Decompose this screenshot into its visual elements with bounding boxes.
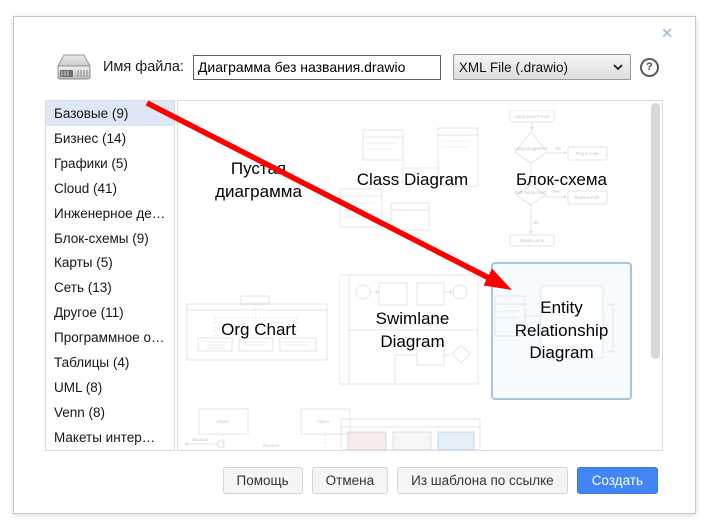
close-icon[interactable]: ✕: [661, 26, 673, 40]
help-icon[interactable]: ?: [640, 58, 659, 77]
sidebar-item-cloud[interactable]: Cloud (41): [46, 176, 174, 201]
svg-text:No: No: [555, 146, 561, 151]
svg-text:Replace Bulb: Replace Bulb: [575, 195, 601, 200]
sidebar-item-tables[interactable]: Таблицы (4): [46, 350, 174, 375]
sidebar-item-engineering[interactable]: Инженерное де…: [46, 201, 174, 226]
svg-text:Object: Object: [316, 419, 330, 424]
svg-text:Repair Lamp: Repair Lamp: [520, 238, 545, 243]
template-label: Class Diagram: [357, 169, 468, 191]
sequence-and-kanban-preview: Object Object dispatch dispatch: [178, 401, 661, 450]
filetype-selected-value: XML File (.drawio): [459, 60, 568, 75]
svg-text:Lamp plugged in?: Lamp plugged in?: [514, 146, 548, 151]
template-label: Entity Relationship Diagram: [506, 297, 618, 364]
svg-text:Lamp doesn't work: Lamp doesn't work: [514, 114, 550, 119]
template-swimlane-diagram[interactable]: Swimlane Diagram: [339, 260, 486, 401]
template-blank-diagram[interactable]: Пустая диаграмма: [185, 110, 332, 251]
template-label: Блок-схема: [516, 169, 607, 191]
chevron-down-icon: [613, 64, 623, 70]
sidebar-item-software[interactable]: Программное о…: [46, 325, 174, 350]
new-file-dialog: ✕ Имя файла: XML File: [13, 16, 696, 514]
sidebar-item-charts[interactable]: Графики (5): [46, 151, 174, 176]
sidebar-item-maps[interactable]: Карты (5): [46, 251, 174, 276]
template-class-diagram[interactable]: Class Diagram: [339, 110, 486, 251]
svg-text:No: No: [533, 220, 539, 225]
sidebar-item-network[interactable]: Сеть (13): [46, 275, 174, 300]
svg-text:Object: Object: [216, 419, 230, 424]
filename-input[interactable]: [193, 55, 441, 80]
page: { "window": { "close_icon": "✕" }, "head…: [0, 0, 716, 532]
sidebar-item-uml[interactable]: UML (8): [46, 375, 174, 400]
create-button[interactable]: Создать: [577, 467, 658, 494]
help-button[interactable]: Помощь: [223, 467, 303, 494]
sidebar-item-other[interactable]: Другое (11): [46, 300, 174, 325]
hard-drive-icon: [56, 51, 92, 83]
svg-text:Plug in lamp: Plug in lamp: [575, 151, 599, 156]
svg-text:dispatch: dispatch: [192, 437, 209, 442]
filetype-select[interactable]: XML File (.drawio): [453, 54, 631, 80]
category-sidebar: Базовые (9) Бизнес (14) Графики (5) Clou…: [45, 100, 175, 451]
from-template-url-button[interactable]: Из шаблона по ссылке: [397, 467, 568, 494]
template-label: Swimlane Diagram: [357, 308, 469, 353]
dialog-header: Имя файла: XML File (.drawio) ?: [56, 49, 659, 85]
template-entity-relationship-diagram[interactable]: Entity Relationship Diagram: [491, 262, 632, 400]
dialog-footer: Помощь Отмена Из шаблона по ссылке Созда…: [223, 467, 658, 494]
sidebar-item-mockups[interactable]: Макеты интер…: [46, 425, 174, 450]
sidebar-item-venn[interactable]: Venn (8): [46, 400, 174, 425]
template-org-chart[interactable]: Org Chart: [185, 260, 332, 401]
template-grid: Пустая диаграмма Class Diagram: [177, 100, 663, 451]
svg-text:dispatch: dispatch: [263, 443, 280, 448]
sidebar-item-flowcharts[interactable]: Блок-схемы (9): [46, 226, 174, 251]
sidebar-item-business[interactable]: Бизнес (14): [46, 126, 174, 151]
cancel-button[interactable]: Отмена: [312, 467, 388, 494]
template-flowchart[interactable]: Lamp doesn't work Lamp plugged in? No Pl…: [490, 110, 633, 251]
template-label: Org Chart: [221, 319, 296, 341]
template-label: Пустая диаграмма: [203, 158, 315, 203]
sidebar-item-basic[interactable]: Базовые (9): [46, 101, 174, 126]
scrollbar-thumb[interactable]: [651, 103, 660, 359]
filename-label: Имя файла:: [103, 59, 184, 75]
